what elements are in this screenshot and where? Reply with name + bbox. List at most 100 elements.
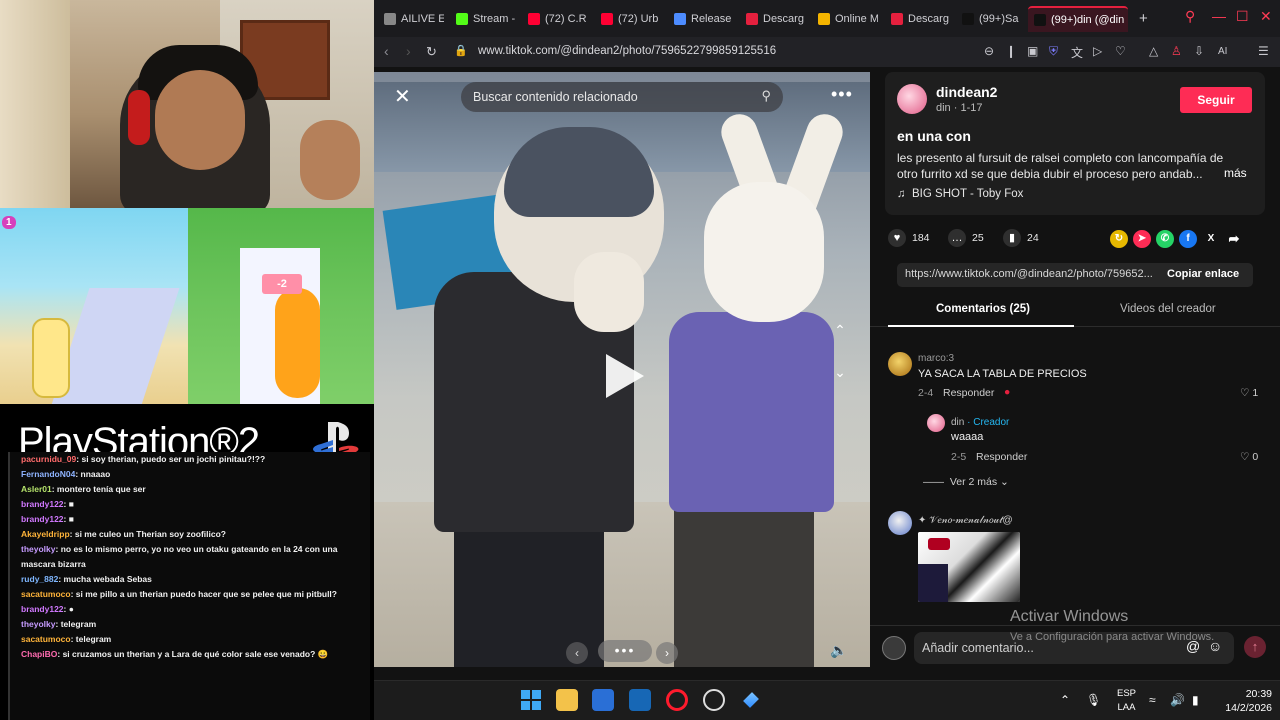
comment-user[interactable]: ✦ 𝒱𝑒𝓃𝑜-𝓂𝑒𝓃𝒶𝓁𝓃𝑜𝓊𝓉@ [918, 515, 1013, 526]
maximize-button[interactable]: ☐ [1236, 8, 1249, 25]
chevron-up-icon[interactable]: ⌃ [828, 318, 852, 342]
tab-creator-videos[interactable]: Videos del creador [1120, 303, 1216, 315]
chat-username[interactable]: brandy122 [21, 499, 64, 509]
follow-button[interactable]: Seguir [1180, 87, 1252, 113]
more-link[interactable]: más [1224, 166, 1247, 180]
send-icon[interactable]: ➤ [1133, 230, 1151, 248]
close-viewer-button[interactable]: ✕ [394, 84, 411, 109]
zoom-out-icon[interactable]: ⊖ [984, 44, 994, 58]
new-tab-button[interactable]: + [1139, 10, 1148, 27]
minimize-button[interactable]: — [1212, 8, 1226, 24]
play-icon[interactable] [606, 354, 644, 398]
chat-username[interactable]: brandy122 [21, 604, 64, 614]
related-search-input[interactable] [473, 88, 743, 106]
reply-avatar[interactable] [927, 414, 945, 432]
photo-viewer[interactable]: ✕ ⚲ ••• ⌃ ⌄ ‹ ••• › 🔈 [374, 72, 870, 667]
reply-user[interactable]: din · Creador [951, 417, 1009, 428]
url-field[interactable]: www.tiktok.com/@dindean2/photo/759652279… [478, 45, 776, 57]
author-avatar[interactable] [897, 84, 927, 114]
ai-icon[interactable]: AI [1218, 46, 1227, 57]
opera-icon[interactable] [666, 689, 688, 711]
comment-user[interactable]: marco:3 [918, 353, 954, 364]
user-avatar[interactable] [882, 636, 906, 660]
browser-tab[interactable]: Descarg [740, 6, 806, 32]
browser-tab[interactable]: (72) C.R [522, 6, 588, 32]
browser-tab[interactable]: Stream - [450, 6, 516, 32]
more-options-button[interactable]: ••• [831, 84, 853, 105]
chat-username[interactable]: Asler01 [21, 484, 52, 494]
chat-username[interactable]: ChapiBO [21, 649, 57, 659]
comment-like-button[interactable]: ♡ 1 [1240, 387, 1258, 399]
author-name[interactable]: dindean2 [936, 84, 997, 100]
chat-username[interactable]: rudy_882 [21, 574, 58, 584]
save-button[interactable]: ▮ 24 [1003, 229, 1039, 247]
browser-tab[interactable]: Release [668, 6, 734, 32]
whatsapp-icon[interactable]: ✆ [1156, 230, 1174, 248]
chat-username[interactable]: Akayeldripp [21, 529, 70, 539]
chat-username[interactable]: theyolky [21, 544, 56, 554]
reply-button[interactable]: Responder [943, 387, 994, 399]
heart-icon[interactable]: ♡ [1115, 44, 1126, 58]
previous-image-button[interactable]: ‹ [566, 642, 588, 664]
forward-icon[interactable]: › [406, 43, 411, 59]
chat-username[interactable]: brandy122 [21, 514, 64, 524]
battery-icon[interactable]: ▮ [1192, 693, 1199, 707]
music-link[interactable]: ♫ BIG SHOT - Toby Fox [897, 188, 1023, 200]
screenshot-icon[interactable]: ▣ [1027, 44, 1038, 58]
chevron-down-icon[interactable]: ⌄ [828, 360, 852, 384]
comment-sticker-image[interactable] [918, 532, 1020, 602]
commenter-avatar[interactable] [888, 352, 912, 376]
commenter-avatar[interactable] [888, 511, 912, 535]
view-more-replies[interactable]: —— Ver 2 más ⌄ [923, 476, 1009, 488]
chat-username[interactable]: theyolky [21, 619, 56, 629]
browser-tab[interactable]: Online M [812, 6, 878, 32]
language-indicator[interactable]: ESP LAA [1117, 687, 1136, 715]
browser-tab[interactable]: (99+)Sa [956, 6, 1022, 32]
play-icon[interactable]: ▷ [1093, 44, 1102, 58]
facebook-icon[interactable]: f [1179, 230, 1197, 248]
back-icon[interactable]: ‹ [384, 43, 389, 59]
microphone-icon[interactable]: 🎙 [1086, 693, 1101, 707]
chevron-up-icon[interactable]: ⌃ [1060, 693, 1070, 707]
search-icon[interactable]: ⚲ [761, 88, 771, 104]
like-button[interactable]: ♥ 184 [888, 229, 930, 247]
reply-reply-button[interactable]: Responder [976, 451, 1027, 463]
file-explorer-icon[interactable] [556, 689, 578, 711]
steam-icon[interactable] [703, 689, 725, 711]
copy-link-button[interactable]: Copiar enlace [1167, 268, 1239, 280]
next-image-button[interactable]: › [656, 642, 678, 664]
search-tabs-icon[interactable]: ⚲ [1185, 8, 1195, 25]
repost-icon[interactable]: ↻ [1110, 230, 1128, 248]
browser-tab[interactable]: (99+)din (@din [1028, 6, 1128, 32]
pin-icon[interactable]: ❙ [1006, 44, 1016, 58]
chat-username[interactable]: sacatumoco [21, 589, 71, 599]
share-arrow-icon[interactable]: ➦ [1225, 230, 1243, 248]
tab-comments[interactable]: Comentarios (25) [936, 303, 1030, 315]
shield-icon[interactable]: ⛨ [1049, 44, 1058, 59]
volume-icon[interactable]: 🔊 [1170, 693, 1185, 707]
related-search-box[interactable]: ⚲ [461, 82, 783, 112]
profile-icon[interactable]: ♙ [1171, 44, 1182, 58]
menu-icon[interactable]: ☰ [1258, 44, 1269, 58]
comment-button[interactable]: … 25 [948, 229, 984, 247]
volume-icon[interactable]: 🔈 [830, 642, 847, 659]
start-icon[interactable] [520, 689, 542, 711]
reload-icon[interactable]: ↻ [426, 44, 437, 60]
clock[interactable]: 20:39 14/2/2026 [1222, 687, 1272, 715]
download-icon[interactable]: ⇩ [1194, 44, 1204, 58]
carousel-indicator[interactable]: ••• [598, 640, 652, 662]
translate-icon[interactable]: 文 [1071, 44, 1083, 61]
x-icon[interactable]: X [1202, 230, 1220, 248]
kick-app-icon[interactable] [740, 689, 762, 711]
send-comment-button[interactable]: ↑ [1244, 636, 1266, 658]
chat-username[interactable]: sacatumoco [21, 634, 71, 644]
store-icon[interactable] [592, 689, 614, 711]
browser-tab[interactable]: AILIVE E [378, 6, 444, 32]
browser-tab[interactable]: (72) Urb [595, 6, 661, 32]
chat-username[interactable]: FernandoN04 [21, 469, 75, 479]
wifi-icon[interactable]: ≈ [1149, 693, 1156, 707]
extensions-icon[interactable]: △ [1149, 44, 1158, 58]
chat-username[interactable]: pacurnidu_09 [21, 454, 76, 464]
reply-like-button[interactable]: ♡ 0 [1240, 451, 1258, 463]
share-link[interactable]: https://www.tiktok.com/@dindean2/photo/7… [905, 268, 1157, 280]
